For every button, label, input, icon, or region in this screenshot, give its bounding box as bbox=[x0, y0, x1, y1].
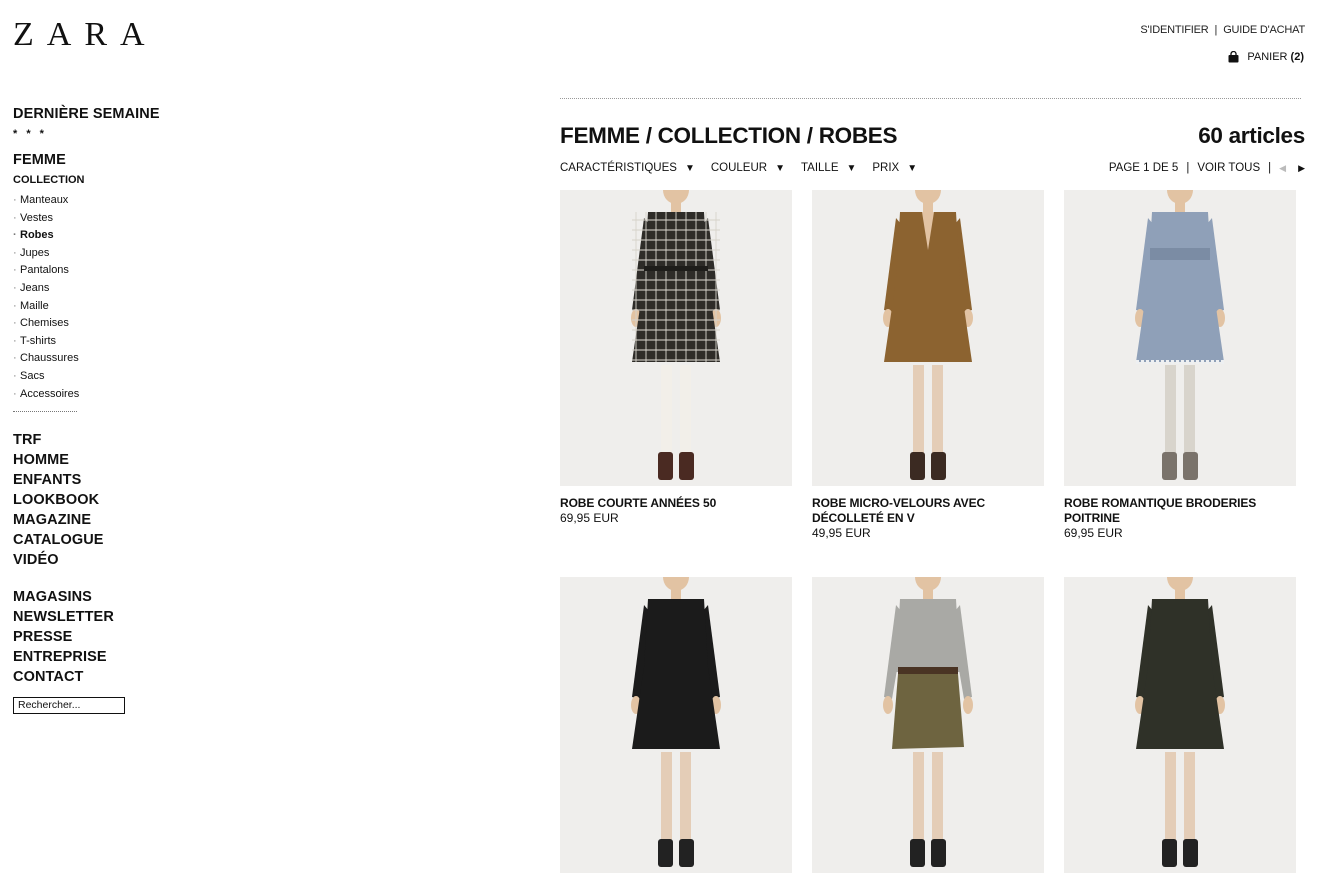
product-name[interactable]: ROBE COURTE ANNÉES 50 bbox=[560, 496, 792, 511]
product-price: 69,95 EUR bbox=[1064, 526, 1123, 540]
nav-contact[interactable]: CONTACT bbox=[13, 667, 213, 687]
category-list: Manteaux Vestes Robes Jupes Pantalons Je… bbox=[13, 192, 213, 403]
product-card[interactable]: ROBE COURTE ANNÉES 50 69,95 EUR bbox=[560, 190, 792, 526]
product-price: 69,95 EUR bbox=[560, 511, 619, 525]
page-indicator: PAGE 1 DE 5 bbox=[1108, 162, 1179, 174]
product-name[interactable]: ROBE ROMANTIQUE BRODERIES POITRINE bbox=[1064, 496, 1296, 526]
model-figure bbox=[883, 577, 973, 867]
nav-enfants[interactable]: ENFANTS bbox=[13, 470, 213, 490]
nav-stars: * * * bbox=[13, 128, 47, 140]
nav-item-robes[interactable]: Robes bbox=[13, 227, 213, 245]
zara-logo[interactable]: ZARA bbox=[13, 18, 158, 52]
nav-item-jupes[interactable]: Jupes bbox=[13, 245, 213, 263]
pagination: PAGE 1 DE 5 | VOIR TOUS | ◀ ▶ bbox=[1109, 162, 1305, 174]
search-input[interactable] bbox=[13, 697, 125, 715]
shopping-bag-icon bbox=[1228, 51, 1239, 63]
nav-femme[interactable]: FEMME bbox=[13, 150, 213, 170]
separator: | bbox=[1214, 24, 1218, 36]
article-count: 60 articles bbox=[1198, 123, 1305, 148]
guide-link[interactable]: GUIDE D'ACHAT bbox=[1223, 24, 1305, 36]
product-card[interactable] bbox=[1064, 577, 1296, 873]
filter-bar: CARACTÉRISTIQUES ▼ COULEUR ▼ TAILLE ▼ PRIX ▼ bbox=[560, 162, 917, 174]
nav-item-chaussures[interactable]: Chaussures bbox=[13, 350, 213, 368]
header-divider bbox=[560, 98, 1301, 99]
nav-homme[interactable]: HOMME bbox=[13, 450, 213, 470]
nav-item-maille[interactable]: Maille bbox=[13, 298, 213, 316]
model-figure bbox=[631, 190, 721, 480]
product-image[interactable] bbox=[812, 577, 1044, 873]
product-price: 49,95 EUR bbox=[812, 526, 871, 540]
product-image[interactable] bbox=[560, 190, 792, 486]
product-image[interactable] bbox=[1064, 190, 1296, 486]
cart-label: PANIER bbox=[1247, 51, 1288, 63]
filter-label: CARACTÉRISTIQUES bbox=[560, 162, 677, 174]
nav-item-accessoires[interactable]: Accessoires bbox=[13, 386, 213, 404]
product-card[interactable] bbox=[812, 577, 1044, 873]
chevron-down-icon: ▼ bbox=[846, 162, 857, 174]
nav-presse[interactable]: PRESSE bbox=[13, 627, 213, 647]
cart-count: (2) bbox=[1290, 51, 1304, 63]
nav-video[interactable]: VIDÉO bbox=[13, 550, 213, 570]
nav-item-vestes[interactable]: Vestes bbox=[13, 210, 213, 228]
nav-magasins[interactable]: MAGASINS bbox=[13, 587, 213, 607]
filter-taille[interactable]: TAILLE ▼ bbox=[801, 162, 856, 174]
filter-couleur[interactable]: COULEUR ▼ bbox=[711, 162, 785, 174]
top-links: S'IDENTIFIER | GUIDE D'ACHAT bbox=[1140, 24, 1305, 36]
product-card[interactable]: ROBE MICRO-VELOURS AVEC DÉCOLLETÉ EN V 4… bbox=[812, 190, 1044, 541]
product-image[interactable] bbox=[560, 577, 792, 873]
nav-magazine[interactable]: MAGAZINE bbox=[13, 510, 213, 530]
login-link[interactable]: S'IDENTIFIER bbox=[1140, 24, 1208, 36]
product-image[interactable] bbox=[1064, 577, 1296, 873]
product-image[interactable] bbox=[812, 190, 1044, 486]
nav-collection[interactable]: COLLECTION bbox=[13, 173, 213, 188]
separator: | bbox=[1268, 162, 1272, 174]
nav-item-manteaux[interactable]: Manteaux bbox=[13, 192, 213, 210]
info-links: MAGASINS NEWSLETTER PRESSE ENTREPRISE CO… bbox=[13, 587, 213, 687]
nav-trf[interactable]: TRF bbox=[13, 430, 213, 450]
cart-link[interactable]: PANIER (2) bbox=[1228, 51, 1304, 63]
product-card[interactable]: ROBE ROMANTIQUE BRODERIES POITRINE 69,95… bbox=[1064, 190, 1296, 541]
model-figure bbox=[883, 190, 973, 480]
filter-label: COULEUR bbox=[710, 162, 768, 174]
chevron-down-icon: ▼ bbox=[907, 162, 918, 174]
nav-last-week[interactable]: DERNIÈRE SEMAINE bbox=[13, 104, 213, 124]
product-name[interactable]: ROBE MICRO-VELOURS AVEC DÉCOLLETÉ EN V bbox=[812, 496, 1044, 526]
model-figure bbox=[631, 577, 721, 867]
nav-item-sacs[interactable]: Sacs bbox=[13, 368, 213, 386]
next-page-icon[interactable]: ▶ bbox=[1298, 163, 1305, 174]
model-figure bbox=[1135, 190, 1225, 480]
nav-lookbook[interactable]: LOOKBOOK bbox=[13, 490, 213, 510]
prev-page-icon[interactable]: ◀ bbox=[1279, 163, 1286, 174]
chevron-down-icon: ▼ bbox=[684, 162, 695, 174]
filter-caracteristiques[interactable]: CARACTÉRISTIQUES ▼ bbox=[560, 162, 695, 174]
nav-item-chemises[interactable]: Chemises bbox=[13, 315, 213, 333]
nav-item-tshirts[interactable]: T-shirts bbox=[13, 333, 213, 351]
left-nav: DERNIÈRE SEMAINE * * * FEMME COLLECTION … bbox=[13, 104, 213, 715]
product-card[interactable] bbox=[560, 577, 792, 873]
separator: | bbox=[1186, 162, 1190, 174]
filter-prix[interactable]: PRIX ▼ bbox=[872, 162, 917, 174]
filter-label: TAILLE bbox=[800, 162, 839, 174]
nav-divider bbox=[13, 411, 77, 413]
model-figure bbox=[1135, 577, 1225, 867]
filter-label: PRIX bbox=[872, 162, 900, 174]
view-all-link[interactable]: VOIR TOUS bbox=[1197, 162, 1260, 174]
nav-item-jeans[interactable]: Jeans bbox=[13, 280, 213, 298]
section-links: TRF HOMME ENFANTS LOOKBOOK MAGAZINE CATA… bbox=[13, 430, 213, 570]
nav-entreprise[interactable]: ENTREPRISE bbox=[13, 647, 213, 667]
nav-newsletter[interactable]: NEWSLETTER bbox=[13, 607, 213, 627]
nav-item-pantalons[interactable]: Pantalons bbox=[13, 262, 213, 280]
chevron-down-icon: ▼ bbox=[775, 162, 785, 174]
page-title: FEMME / COLLECTION / ROBES bbox=[560, 123, 898, 148]
nav-catalogue[interactable]: CATALOGUE bbox=[13, 530, 213, 550]
